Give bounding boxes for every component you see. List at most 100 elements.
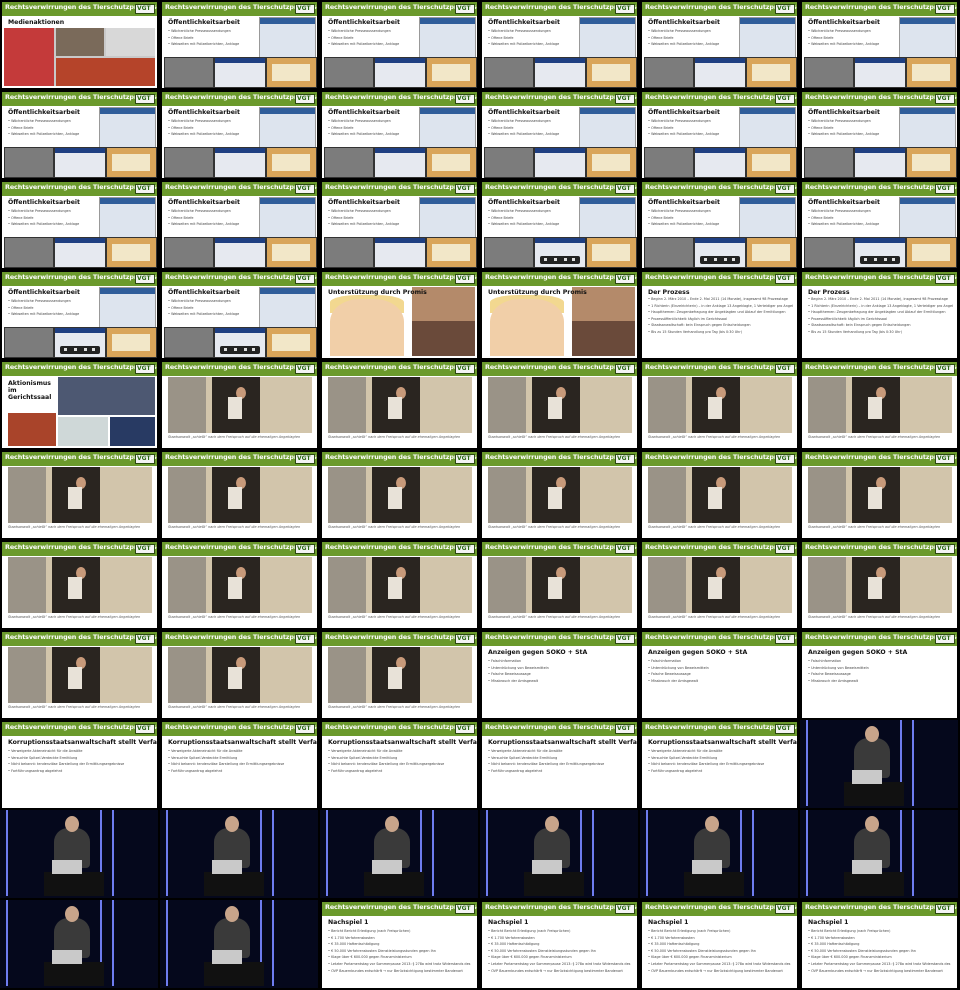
slide-thumbnail[interactable]: Rechtsverwirrungen des Tierschutzprozess… [482, 902, 637, 988]
slide-thumbnail[interactable]: Rechtsverwirrungen des Tierschutzprozess… [162, 722, 317, 808]
slide-thumbnail-speaker[interactable] [480, 810, 638, 898]
video-player-controls[interactable] [700, 256, 740, 264]
webpage-screenshot [259, 107, 316, 149]
slide-thumbnail[interactable]: Rechtsverwirrungen des Tierschutzprozess… [162, 2, 317, 88]
slide-thumbnail[interactable]: Rechtsverwirrungen des Tierschutzprozess… [322, 2, 477, 88]
slide-thumbnail[interactable]: Rechtsverwirrungen des Tierschutzprozess… [642, 902, 797, 988]
video-player-controls[interactable] [860, 256, 900, 264]
window-photo [808, 557, 952, 613]
slide-thumbnail[interactable]: Rechtsverwirrungen des Tierschutzprozess… [642, 2, 797, 88]
slide-thumbnail[interactable]: Rechtsverwirrungen des Tierschutzprozess… [162, 182, 317, 268]
slide-thumbnail[interactable]: Rechtsverwirrungen des Tierschutzprozess… [2, 2, 157, 88]
slide-thumbnail[interactable]: Rechtsverwirrungen des Tierschutzprozess… [482, 452, 637, 538]
player-button-icon [554, 258, 557, 261]
video-player-controls[interactable] [60, 346, 100, 354]
slide-thumbnail[interactable]: Rechtsverwirrungen des Tierschutzprozess… [642, 452, 797, 538]
slide-title: Aktionismus im Gerichtssaal [8, 380, 52, 401]
building-wall [648, 377, 686, 433]
slide-thumbnail[interactable]: Rechtsverwirrungen des Tierschutzprozess… [2, 362, 157, 448]
slide-thumbnail[interactable]: Rechtsverwirrungen des Tierschutzprozess… [802, 632, 957, 718]
slide-thumbnail[interactable]: Rechtsverwirrungen des Tierschutzprozess… [642, 542, 797, 628]
slide-thumbnail[interactable]: Rechtsverwirrungen des Tierschutzprozess… [162, 362, 317, 448]
webpage-screenshot [164, 147, 214, 178]
slide-thumbnail[interactable]: Rechtsverwirrungen des Tierschutzprozess… [2, 722, 157, 808]
slide-thumbnail[interactable]: Rechtsverwirrungen des Tierschutzprozess… [162, 272, 317, 358]
bullet-item: • Versuchte Spitzel-Verdeckte Ermittlung [168, 755, 238, 760]
slide-thumbnail-speaker[interactable] [0, 810, 158, 898]
slide-thumbnail[interactable]: Rechtsverwirrungen des Tierschutzprozess… [642, 722, 797, 808]
slide-thumbnail[interactable]: Rechtsverwirrungen des Tierschutzprozess… [2, 272, 157, 358]
bullet-item: • Verweigerte Akteneinsicht für die Anwä… [8, 749, 83, 753]
slide-thumbnail[interactable]: Rechtsverwirrungen des Tierschutzprozess… [162, 542, 317, 628]
slide-thumbnail[interactable]: Rechtsverwirrungen des Tierschutzprozess… [2, 542, 157, 628]
slide-header: Rechtsverwirrungen des Tierschutzprozess… [482, 92, 637, 106]
slide-thumbnail[interactable]: Rechtsverwirrungen des Tierschutzprozess… [322, 182, 477, 268]
slide-thumbnail[interactable]: Rechtsverwirrungen des Tierschutzprozess… [802, 902, 957, 988]
slide-header: Rechtsverwirrungen des Tierschutzprozess… [802, 182, 957, 196]
slide-thumbnail[interactable]: Rechtsverwirrungen des Tierschutzprozess… [322, 902, 477, 988]
slide-thumbnail[interactable]: Rechtsverwirrungen des Tierschutzprozess… [802, 2, 957, 88]
slide-thumbnail[interactable]: Rechtsverwirrungen des Tierschutzprozess… [322, 452, 477, 538]
slide-thumbnail-speaker[interactable] [160, 810, 318, 898]
slide-thumbnail-speaker[interactable] [0, 900, 158, 988]
slide-thumbnail[interactable]: Rechtsverwirrungen des Tierschutzprozess… [802, 362, 957, 448]
slide-thumbnail[interactable]: Rechtsverwirrungen des Tierschutzprozess… [482, 632, 637, 718]
slide-thumbnail[interactable]: Rechtsverwirrungen des Tierschutzprozess… [482, 542, 637, 628]
slide-thumbnail-speaker[interactable] [160, 900, 318, 988]
vgt-logo: VGT [455, 274, 475, 284]
slide-thumbnail[interactable]: Rechtsverwirrungen des Tierschutzprozess… [482, 182, 637, 268]
slide-thumbnail[interactable]: Rechtsverwirrungen des Tierschutzprozess… [482, 362, 637, 448]
slide-thumbnail[interactable]: Rechtsverwirrungen des Tierschutzprozess… [802, 272, 957, 358]
slide-thumbnail[interactable]: Rechtsverwirrungen des Tierschutzprozess… [802, 452, 957, 538]
slide-thumbnail[interactable]: Rechtsverwirrungen des Tierschutzprozess… [802, 542, 957, 628]
slide-thumbnail[interactable]: Rechtsverwirrungen des Tierschutzprozess… [482, 2, 637, 88]
bullet-item: • Unterdrückung von Beweismitteln [808, 665, 869, 670]
slide-thumbnail[interactable]: Rechtsverwirrungen des Tierschutzprozess… [162, 92, 317, 178]
vgt-logo-text: VGT [137, 545, 151, 552]
slide-header: Rechtsverwirrungen des Tierschutzprozess… [2, 542, 157, 556]
slide-thumbnail[interactable]: Rechtsverwirrungen des Tierschutzprozess… [322, 632, 477, 718]
slide-thumbnail-speaker[interactable] [320, 810, 478, 898]
slide-header: Rechtsverwirrungen des Tierschutzprozess… [162, 722, 317, 736]
slide-thumbnail[interactable]: Rechtsverwirrungen des Tierschutzprozess… [2, 632, 157, 718]
slide-thumbnail[interactable]: Rechtsverwirrungen des Tierschutzprozess… [322, 542, 477, 628]
slide-thumbnail[interactable]: Rechtsverwirrungen des Tierschutzprozess… [482, 722, 637, 808]
photo-caption: Staatsanwalt „schießt“ nach dem Freispru… [168, 705, 301, 709]
player-button-icon [244, 348, 247, 351]
slide-thumbnail[interactable]: Rechtsverwirrungen des Tierschutzprozess… [802, 182, 957, 268]
slide-thumbnail[interactable]: Rechtsverwirrungen des Tierschutzprozess… [162, 452, 317, 538]
video-player-controls[interactable] [220, 346, 260, 354]
slide-header: Rechtsverwirrungen des Tierschutzprozess… [642, 632, 797, 646]
slide-thumbnail[interactable]: Rechtsverwirrungen des Tierschutzprozess… [642, 272, 797, 358]
bullet-item: • Letzter Parlamentstag vor Sommerpause … [328, 961, 471, 966]
video-player-controls[interactable] [540, 256, 580, 264]
slide-title: Öffentlichkeitsarbeit [808, 19, 880, 26]
slide-thumbnail[interactable]: Rechtsverwirrungen des Tierschutzprozess… [322, 92, 477, 178]
photo-caption: Staatsanwalt „schießt“ nach dem Freispru… [648, 435, 781, 439]
webpage-screenshot [579, 107, 636, 149]
slide-thumbnail[interactable]: Rechtsverwirrungen des Tierschutzprozess… [2, 452, 157, 538]
slide-thumbnail[interactable]: Rechtsverwirrungen des Tierschutzprozess… [642, 182, 797, 268]
slide-thumbnail[interactable]: Rechtsverwirrungen des Tierschutzprozess… [322, 362, 477, 448]
vgt-logo-text: VGT [937, 5, 951, 12]
slide-thumbnail[interactable]: Rechtsverwirrungen des Tierschutzprozess… [2, 182, 157, 268]
slide-thumbnail[interactable]: Rechtsverwirrungen des Tierschutzprozess… [642, 362, 797, 448]
slide-thumbnail[interactable]: Rechtsverwirrungen des Tierschutzprozess… [482, 272, 637, 358]
vgt-logo-text: VGT [937, 455, 951, 462]
slide-thumbnail[interactable]: Rechtsverwirrungen des Tierschutzprozess… [642, 632, 797, 718]
slide-thumbnail[interactable]: Rechtsverwirrungen des Tierschutzprozess… [162, 632, 317, 718]
vgt-logo: VGT [455, 364, 475, 374]
slide-thumbnail[interactable]: Rechtsverwirrungen des Tierschutzprozess… [322, 272, 477, 358]
slide-header: Rechtsverwirrungen des Tierschutzprozess… [482, 722, 637, 736]
slide-thumbnail-speaker[interactable] [640, 810, 798, 898]
slide-thumbnail[interactable]: Rechtsverwirrungen des Tierschutzprozess… [322, 722, 477, 808]
slide-thumbnail[interactable]: Rechtsverwirrungen des Tierschutzprozess… [642, 92, 797, 178]
slide-thumbnail-speaker[interactable] [800, 810, 958, 898]
slide-thumbnail[interactable]: Rechtsverwirrungen des Tierschutzprozess… [2, 92, 157, 178]
photo-caption: Staatsanwalt „schießt“ nach dem Freispru… [328, 705, 461, 709]
photo-caption: Staatsanwalt „schießt“ nach dem Freispru… [808, 435, 941, 439]
slide-thumbnail[interactable]: Rechtsverwirrungen des Tierschutzprozess… [482, 92, 637, 178]
slide-thumbnail-speaker[interactable] [800, 720, 958, 808]
slide-thumbnail[interactable]: Rechtsverwirrungen des Tierschutzprozess… [802, 92, 957, 178]
vgt-logo: VGT [135, 94, 155, 104]
